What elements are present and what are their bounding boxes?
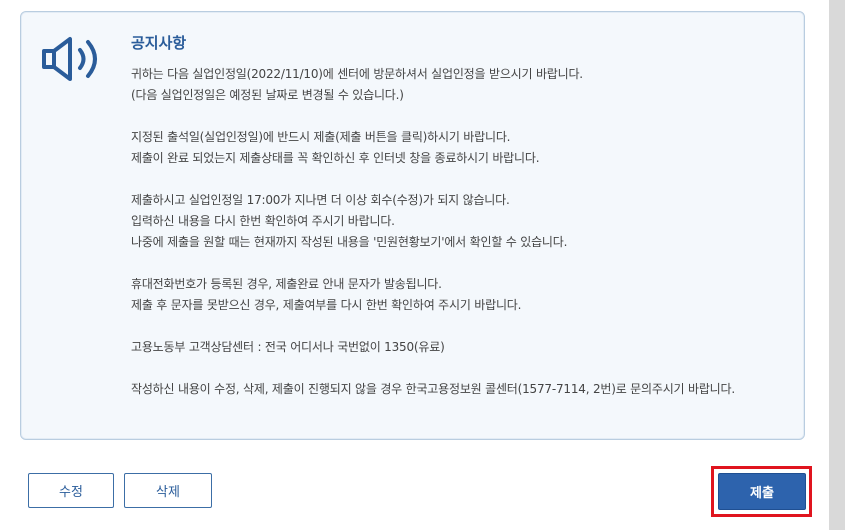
notice-line: 제출이 완료 되었는지 제출상태를 꼭 확인하신 후 인터넷 창을 종료하시기 … xyxy=(131,151,540,165)
notice-title: 공지사항 xyxy=(131,34,187,52)
notice-line: 귀하는 다음 실업인정일(2022/11/10)에 센터에 방문하셔서 실업인정… xyxy=(131,67,583,81)
notice-paragraph: 휴대전화번호가 등록된 경우, 제출완료 안내 문자가 발송됩니다. 제출 후 문… xyxy=(131,274,791,316)
notice-paragraph: 작성하신 내용이 수정, 삭제, 제출이 진행되지 않을 경우 한국고용정보원 … xyxy=(131,379,791,400)
notice-paragraph: 고용노동부 고객상담센터 : 전국 어디서나 국번없이 1350(유료) xyxy=(131,337,791,358)
notice-body: 귀하는 다음 실업인정일(2022/11/10)에 센터에 방문하셔서 실업인정… xyxy=(131,64,791,400)
notice-paragraph: 제출하시고 실업인정일 17:00가 지나면 더 이상 회수(수정)가 되지 않… xyxy=(131,190,791,253)
notice-paragraph: 지정된 출석일(실업인정일)에 반드시 제출(제출 버튼을 클릭)하시기 바랍니… xyxy=(131,127,791,169)
notice-line: (다음 실업인정일은 예정된 날짜로 변경될 수 있습니다.) xyxy=(131,88,404,102)
notice-line: 나중에 제출을 원할 때는 현재까지 작성된 내용을 '민원현황보기'에서 확인… xyxy=(131,235,568,249)
notice-line: 제출하시고 실업인정일 17:00가 지나면 더 이상 회수(수정)가 되지 않… xyxy=(131,193,510,207)
submit-button[interactable]: 제출 xyxy=(718,473,806,510)
notice-box: 공지사항 귀하는 다음 실업인정일(2022/11/10)에 센터에 방문하셔서… xyxy=(20,11,805,440)
speaker-icon xyxy=(42,37,97,81)
notice-line: 휴대전화번호가 등록된 경우, 제출완료 안내 문자가 발송됩니다. xyxy=(131,277,442,291)
notice-line: 제출 후 문자를 못받으신 경우, 제출여부를 다시 한번 확인하여 주시기 바… xyxy=(131,298,522,312)
page: 공지사항 귀하는 다음 실업인정일(2022/11/10)에 센터에 방문하셔서… xyxy=(0,0,829,530)
scrollbar-track[interactable] xyxy=(829,0,845,530)
notice-line: 고용노동부 고객상담센터 : 전국 어디서나 국번없이 1350(유료) xyxy=(131,340,445,354)
notice-paragraph: 귀하는 다음 실업인정일(2022/11/10)에 센터에 방문하셔서 실업인정… xyxy=(131,64,791,106)
edit-button[interactable]: 수정 xyxy=(28,473,114,508)
delete-button[interactable]: 삭제 xyxy=(124,473,212,508)
notice-line: 입력하신 내용을 다시 한번 확인하여 주시기 바랍니다. xyxy=(131,214,395,228)
notice-line: 지정된 출석일(실업인정일)에 반드시 제출(제출 버튼을 클릭)하시기 바랍니… xyxy=(131,130,511,144)
notice-line: 작성하신 내용이 수정, 삭제, 제출이 진행되지 않을 경우 한국고용정보원 … xyxy=(131,382,735,396)
